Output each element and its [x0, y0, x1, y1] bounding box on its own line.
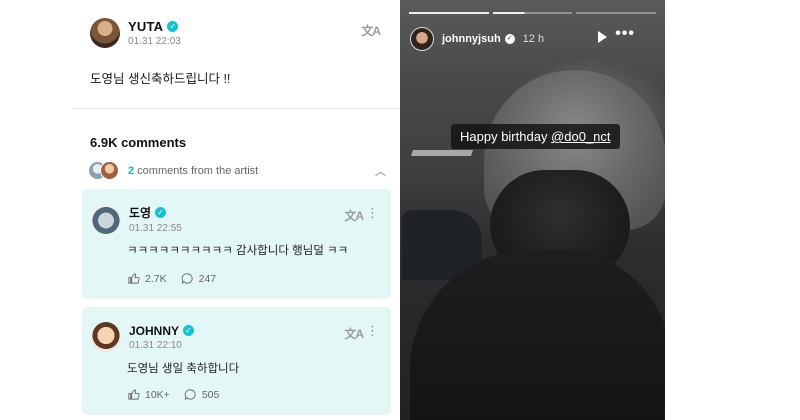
divider	[72, 108, 400, 109]
verified-icon: ✓	[155, 207, 167, 218]
comment-actions: 2.7K 247	[127, 272, 230, 285]
comment-header: JOHNNY ✓ 01.31 22:10	[91, 322, 195, 352]
story-header: johnnyjsuh ✓ 12 h •••	[410, 25, 655, 51]
comment-actions: 10K+ 505	[127, 388, 233, 401]
post-header: YUTA ✓ 01.31 22:03	[90, 18, 181, 48]
post-meta: YUTA ✓ 01.31 22:03	[128, 19, 181, 47]
comment-date: 01.31 22:55	[129, 223, 182, 234]
story-caption: Happy birthday @do0_nct	[451, 124, 620, 149]
progress-segment	[409, 12, 489, 14]
comment-meta: JOHNNY ✓ 01.31 22:10	[129, 324, 195, 351]
reply-count: 247	[198, 272, 217, 285]
story-username[interactable]: johnnyjsuh	[442, 33, 501, 45]
more-options-icon[interactable]: ⋮	[366, 206, 379, 219]
commenter-avatar[interactable]	[91, 204, 121, 234]
post-panel: YUTA ✓ 01.31 22:03 文A 도영님 생신축하드립니다 !! 6.…	[72, 0, 400, 420]
reply-button[interactable]: 247	[181, 272, 217, 285]
artist-comments-label: 2 comments from the artist	[128, 165, 258, 177]
story-view[interactable]: johnnyjsuh ✓ 12 h ••• Happy birthday @do…	[400, 0, 665, 420]
play-icon[interactable]	[598, 31, 607, 43]
more-icon[interactable]: •••	[615, 25, 635, 43]
author-row: YUTA ✓	[128, 19, 181, 34]
like-icon	[128, 389, 140, 400]
post-body: 도영님 생신축하드립니다 !!	[90, 72, 231, 86]
ceiling-light	[410, 150, 474, 156]
artist-comment-text: comments from the artist	[134, 165, 259, 177]
more-options-icon[interactable]: ⋮	[366, 324, 379, 337]
like-count: 10K+	[145, 388, 170, 401]
comment-card: 도영 ✓ 01.31 22:55 文A ⋮ ㅋㅋㅋㅋㅋㅋㅋㅋㅋㅋ 감사합니다 행…	[82, 189, 391, 299]
translate-icon[interactable]: 文A	[344, 207, 364, 224]
translate-icon[interactable]: 文A	[361, 22, 381, 39]
commenter-name[interactable]: JOHNNY	[129, 324, 179, 338]
story-time: 12 h	[522, 33, 545, 45]
comment-card: JOHNNY ✓ 01.31 22:10 文A ⋮ 도영님 생일 축하합니다 1…	[82, 307, 391, 415]
comments-count: 6.9K comments	[90, 135, 187, 150]
translate-icon[interactable]: 文A	[344, 325, 364, 342]
comment-text: 도영님 생일 축하합니다	[127, 363, 240, 375]
artist-avatars	[88, 161, 122, 181]
commenter-name[interactable]: 도영	[129, 204, 151, 221]
progress-segment	[576, 12, 657, 14]
verified-icon: ✓	[183, 325, 195, 336]
commenter-row: 도영 ✓	[129, 204, 182, 221]
progress-segment	[492, 12, 573, 14]
author-avatar[interactable]	[90, 18, 120, 48]
verified-icon: ✓	[167, 21, 179, 32]
artist-avatar	[100, 161, 119, 180]
verified-icon: ✓	[504, 34, 515, 44]
comment-header: 도영 ✓ 01.31 22:55	[91, 204, 182, 234]
commenter-avatar[interactable]	[91, 322, 121, 352]
commenter-row: JOHNNY ✓	[129, 324, 195, 338]
like-icon	[128, 273, 140, 284]
story-progress	[409, 12, 657, 14]
artist-comments-toggle[interactable]: 2 comments from the artist ︿	[88, 161, 386, 181]
comment-meta: 도영 ✓ 01.31 22:55	[129, 204, 182, 234]
reply-icon	[184, 389, 196, 401]
like-button[interactable]: 10K+	[127, 388, 170, 401]
caption-mention[interactable]: @do0_nct	[551, 129, 610, 144]
chevron-up-icon[interactable]: ︿	[375, 163, 386, 179]
comment-text: ㅋㅋㅋㅋㅋㅋㅋㅋㅋㅋ 감사합니다 행님덜 ㅋㅋ	[127, 245, 349, 257]
reply-icon	[181, 273, 193, 285]
post-author-name[interactable]: YUTA	[128, 19, 163, 34]
post-date: 01.31 22:03	[128, 36, 181, 47]
story-avatar[interactable]	[410, 27, 434, 51]
reply-button[interactable]: 505	[184, 388, 220, 401]
like-button[interactable]: 2.7K	[127, 272, 167, 285]
like-count: 2.7K	[145, 272, 167, 285]
caption-text: Happy birthday	[460, 129, 552, 144]
reply-count: 505	[201, 388, 220, 401]
comment-date: 01.31 22:10	[129, 339, 182, 351]
